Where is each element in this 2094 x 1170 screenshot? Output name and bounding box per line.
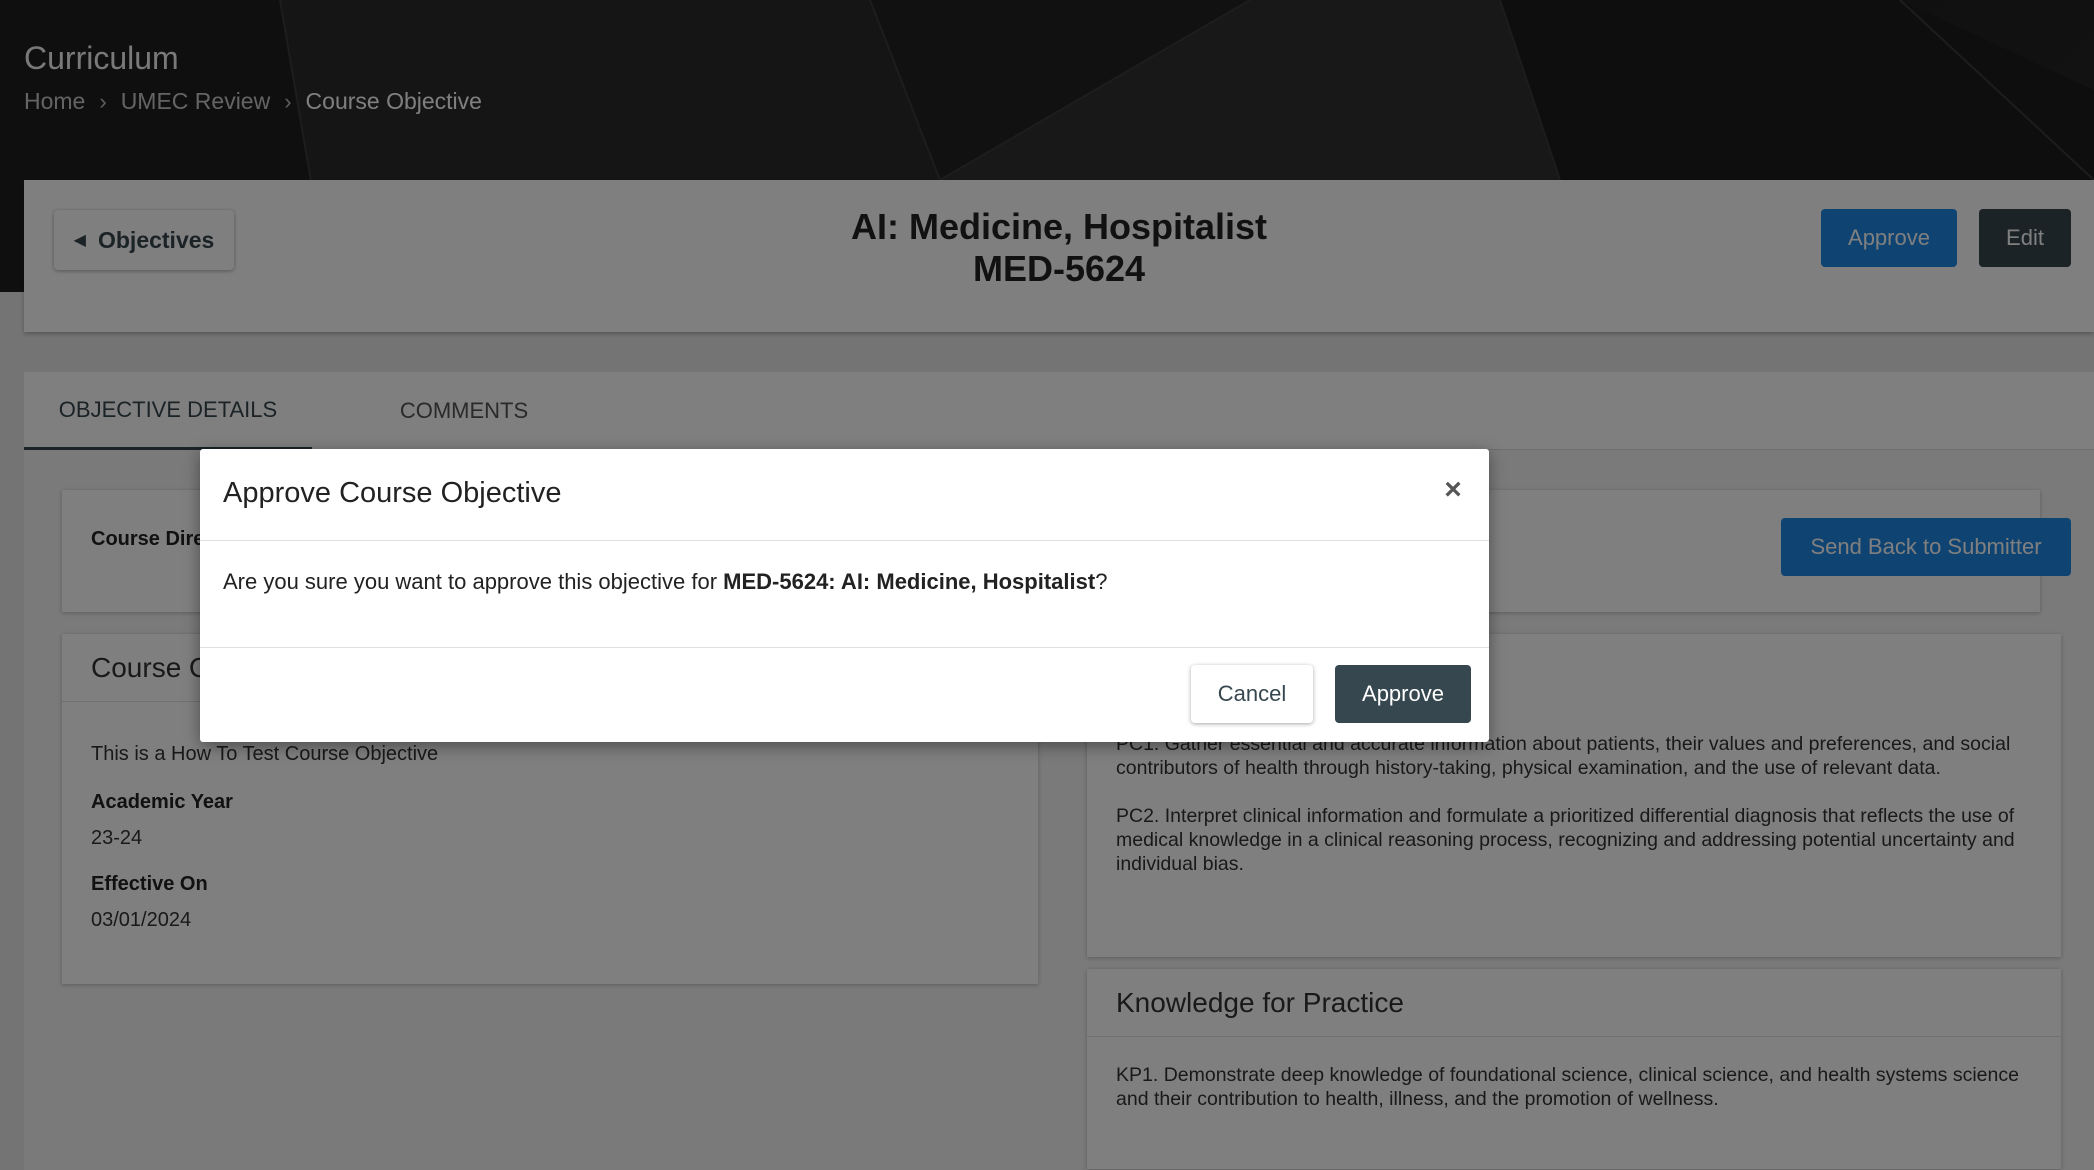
dialog-message-suffix: ? — [1095, 569, 1108, 594]
cancel-button[interactable]: Cancel — [1191, 665, 1313, 723]
close-icon[interactable]: × — [1439, 473, 1467, 507]
dialog-message: Are you sure you want to approve this ob… — [223, 569, 1107, 595]
dialog-footer: Cancel Approve — [200, 647, 1489, 742]
dialog-title: Approve Course Objective — [223, 477, 562, 509]
dialog-message-prefix: Are you sure you want to approve this ob… — [223, 569, 724, 594]
confirm-approve-button[interactable]: Approve — [1335, 665, 1471, 723]
approve-objective-dialog: Approve Course Objective × Are you sure … — [200, 449, 1489, 742]
dialog-message-course: MED-5624: AI: Medicine, Hospitalist — [723, 569, 1096, 594]
dialog-header: Approve Course Objective × — [200, 449, 1489, 541]
